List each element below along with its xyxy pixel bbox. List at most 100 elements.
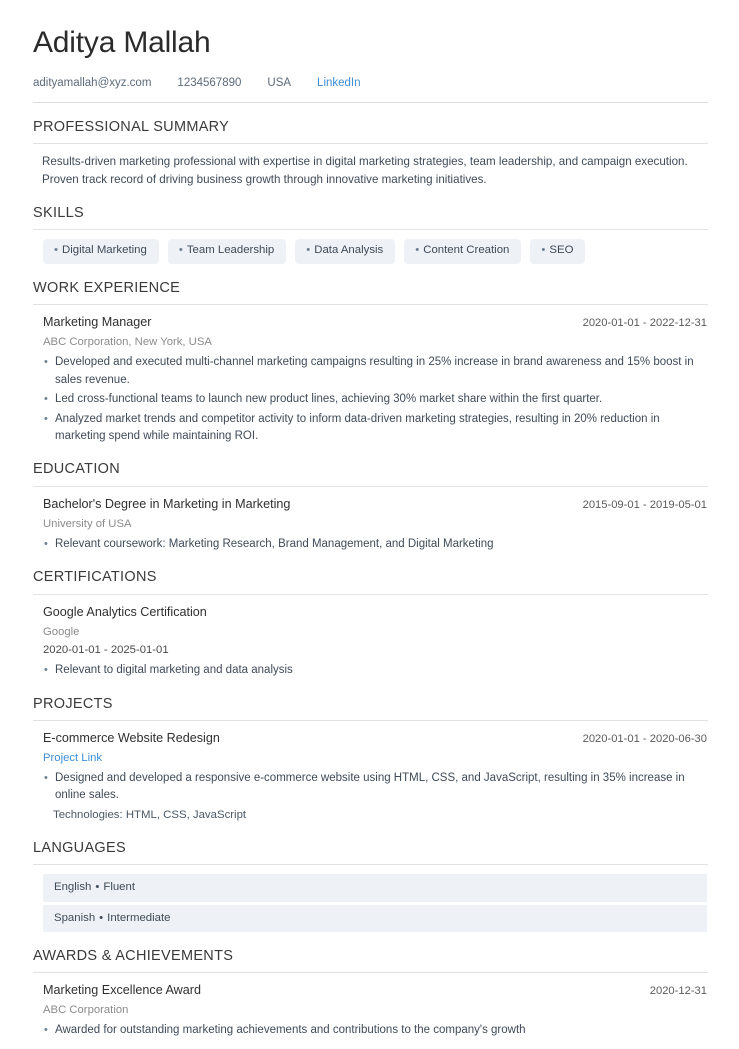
contact-phone: 1234567890 [177,76,242,89]
project-entry-bullets: • Designed and developed a responsive e-c… [43,770,707,805]
award-entry-bullet: • Awarded for outstanding marketing achie… [43,1022,707,1039]
section-certifications: CERTIFICATIONS Google Analytics Certific… [33,569,708,679]
education-entry-bullet: • Relevant coursework: Marketing Research… [43,536,707,553]
award-entry-title: Marketing Excellence Award [43,983,201,998]
section-divider [33,972,708,974]
section-body-education: Bachelor's Degree in Marketing in Market… [33,496,708,553]
languages-list: English • Fluent Spanish • Intermediate [42,874,707,932]
work-entry-subtitle: ABC Corporation, New York, USA [43,336,212,349]
section-divider [33,864,708,866]
project-entry-title: E-commerce Website Redesign [43,731,220,745]
skill-chip-label: SEO [549,244,574,257]
contact-email: adityamallah@xyz.com [33,76,152,89]
award-entry-header: Marketing Excellence Award 2020-12-31 [43,982,707,999]
bullet-icon: • [44,537,48,550]
section-title-professional-summary: PROFESSIONAL SUMMARY [33,118,230,135]
education-entry-header: Bachelor's Degree in Marketing in Market… [43,496,707,513]
work-entry-date: 2020-01-01 - 2022-12-31 [582,317,707,330]
project-entry-link[interactable]: Project Link [43,751,102,767]
education-entry-bullet-text: Relevant coursework: Marketing Research,… [55,537,494,550]
education-entry: Bachelor's Degree in Marketing in Market… [42,496,707,553]
certification-entry-header: Google Analytics Certification [43,604,707,621]
section-title-projects: PROJECTS [33,695,113,712]
language-separator: • [95,881,100,894]
section-education: EDUCATION Bachelor's Degree in Marketing… [33,461,708,553]
section-body-work-experience: Marketing Manager 2020-01-01 - 2022-12-31… [33,314,708,445]
skill-chip-label: Team Leadership [186,244,275,257]
bullet-icon: • [44,664,48,677]
section-body-professional-summary: Results-driven marketing professional wi… [33,153,708,189]
section-work-experience: WORK EXPERIENCE Marketing Manager 2020-01… [33,280,708,446]
project-entry: E-commerce Website Redesign 2020-01-01 - … [42,730,707,824]
bullet-icon: • [44,393,48,406]
work-entry-bullet: • Developed and executed multi-channel ma… [43,354,707,389]
section-projects: PROJECTS E-commerce Website Redesign 2020… [33,696,708,824]
work-entry-bullet-text: Analyzed market trends and competitor ac… [55,412,660,442]
work-entry-bullet: • Led cross-functional teams to launch ne… [43,391,707,408]
work-entry-bullet-text: Developed and executed multi-channel mar… [55,356,694,386]
skill-chip-label: Digital Marketing [62,244,147,257]
award-entry-subtitle: ABC Corporation [43,1004,129,1017]
certification-entry-bullet: • Relevant to digital marketing and data … [43,662,707,679]
skill-chip-label: Content Creation [423,244,510,257]
section-divider [33,593,708,595]
bullet-icon: • [541,244,546,257]
bullet-icon: • [178,244,183,257]
education-entry-title: Bachelor's Degree in Marketing in Market… [43,496,291,511]
skill-chip[interactable]: • Digital Marketing [43,239,159,264]
certification-entry-title: Google Analytics Certification [43,604,207,619]
education-entry-subtitle: University of USA [43,517,132,530]
section-divider [33,485,708,487]
contact-location: USA [267,76,292,89]
section-body-languages: English • Fluent Spanish • Intermediate [33,874,708,932]
section-divider [33,142,708,144]
language-row: English • Fluent [43,874,707,902]
award-entry: Marketing Excellence Award 2020-12-31 ABC … [42,982,707,1039]
language-name: English [54,881,92,894]
work-entry-header: Marketing Manager 2020-01-01 - 2022-12-31 [43,314,707,331]
section-divider [33,304,708,306]
resume-document: Aditya Mallah adityamallah@xyz.com 123456… [0,0,739,1049]
award-entry-bullet-text: Awarded for outstanding marketing achiev… [55,1023,526,1036]
education-entry-bullets: • Relevant coursework: Marketing Research… [43,536,707,553]
section-awards-achievements: AWARDS & ACHIEVEMENTS Marketing Excellen… [33,948,708,1040]
section-body-certifications: Google Analytics Certification Google 2020… [33,604,708,680]
section-skills: SKILLS • Digital Marketing • Team Leadershi… [33,205,708,264]
language-level: Fluent [103,881,136,894]
bullet-icon: • [44,1023,48,1036]
project-entry-technologies: Technologies: HTML, CSS, JavaScript [53,808,247,821]
resume-header: Aditya Mallah adityamallah@xyz.com 123456… [33,26,708,103]
skill-chip[interactable]: • SEO [530,239,586,264]
section-title-awards-achievements: AWARDS & ACHIEVEMENTS [33,947,234,964]
bullet-icon: • [54,244,58,257]
project-entry-date: 2020-01-01 - 2020-06-30 [582,733,707,745]
education-entry-date: 2015-09-01 - 2019-05-01 [582,498,707,511]
bullet-icon: • [44,356,48,369]
skills-chip-list: • Digital Marketing • Team Leadership • Data … [42,239,707,264]
section-divider [33,229,708,231]
language-row: Spanish • Intermediate [43,904,707,932]
section-body-skills: • Digital Marketing • Team Leadership • Data … [33,239,708,264]
work-entry: Marketing Manager 2020-01-01 - 2022-12-31… [42,314,707,445]
skill-chip[interactable]: • Team Leadership [167,239,287,264]
certification-entry-bullets: • Relevant to digital marketing and data … [43,662,707,679]
contact-row: adityamallah@xyz.com 1234567890 USA LinkedI… [33,77,708,103]
project-entry-header: E-commerce Website Redesign 2020-01-01 - … [43,730,707,747]
certification-entry-bullet-text: Relevant to digital marketing and data a… [55,664,293,677]
bullet-icon: • [44,771,48,784]
section-body-awards-achievements: Marketing Excellence Award 2020-12-31 ABC … [33,982,708,1039]
section-body-projects: E-commerce Website Redesign 2020-01-01 - … [33,730,708,824]
section-title-languages: LANGUAGES [33,839,126,856]
bullet-icon: • [415,244,420,257]
work-entry-bullet-text: Led cross-functional teams to launch new… [55,393,603,406]
certification-entry-dateline: 2020-01-01 - 2025-01-01 [43,644,169,657]
skill-chip[interactable]: • Data Analysis [295,239,396,264]
section-languages: LANGUAGES English • Fluent Spanish • Intermed… [33,840,708,932]
section-title-education: EDUCATION [33,461,121,478]
work-entry-title: Marketing Manager [43,315,152,330]
section-divider [33,720,708,721]
certification-entry: Google Analytics Certification Google 2020… [42,604,707,680]
language-separator: • [99,911,104,924]
skill-chip[interactable]: • Content Creation [404,239,522,264]
contact-linkedin[interactable]: LinkedIn [317,77,360,89]
